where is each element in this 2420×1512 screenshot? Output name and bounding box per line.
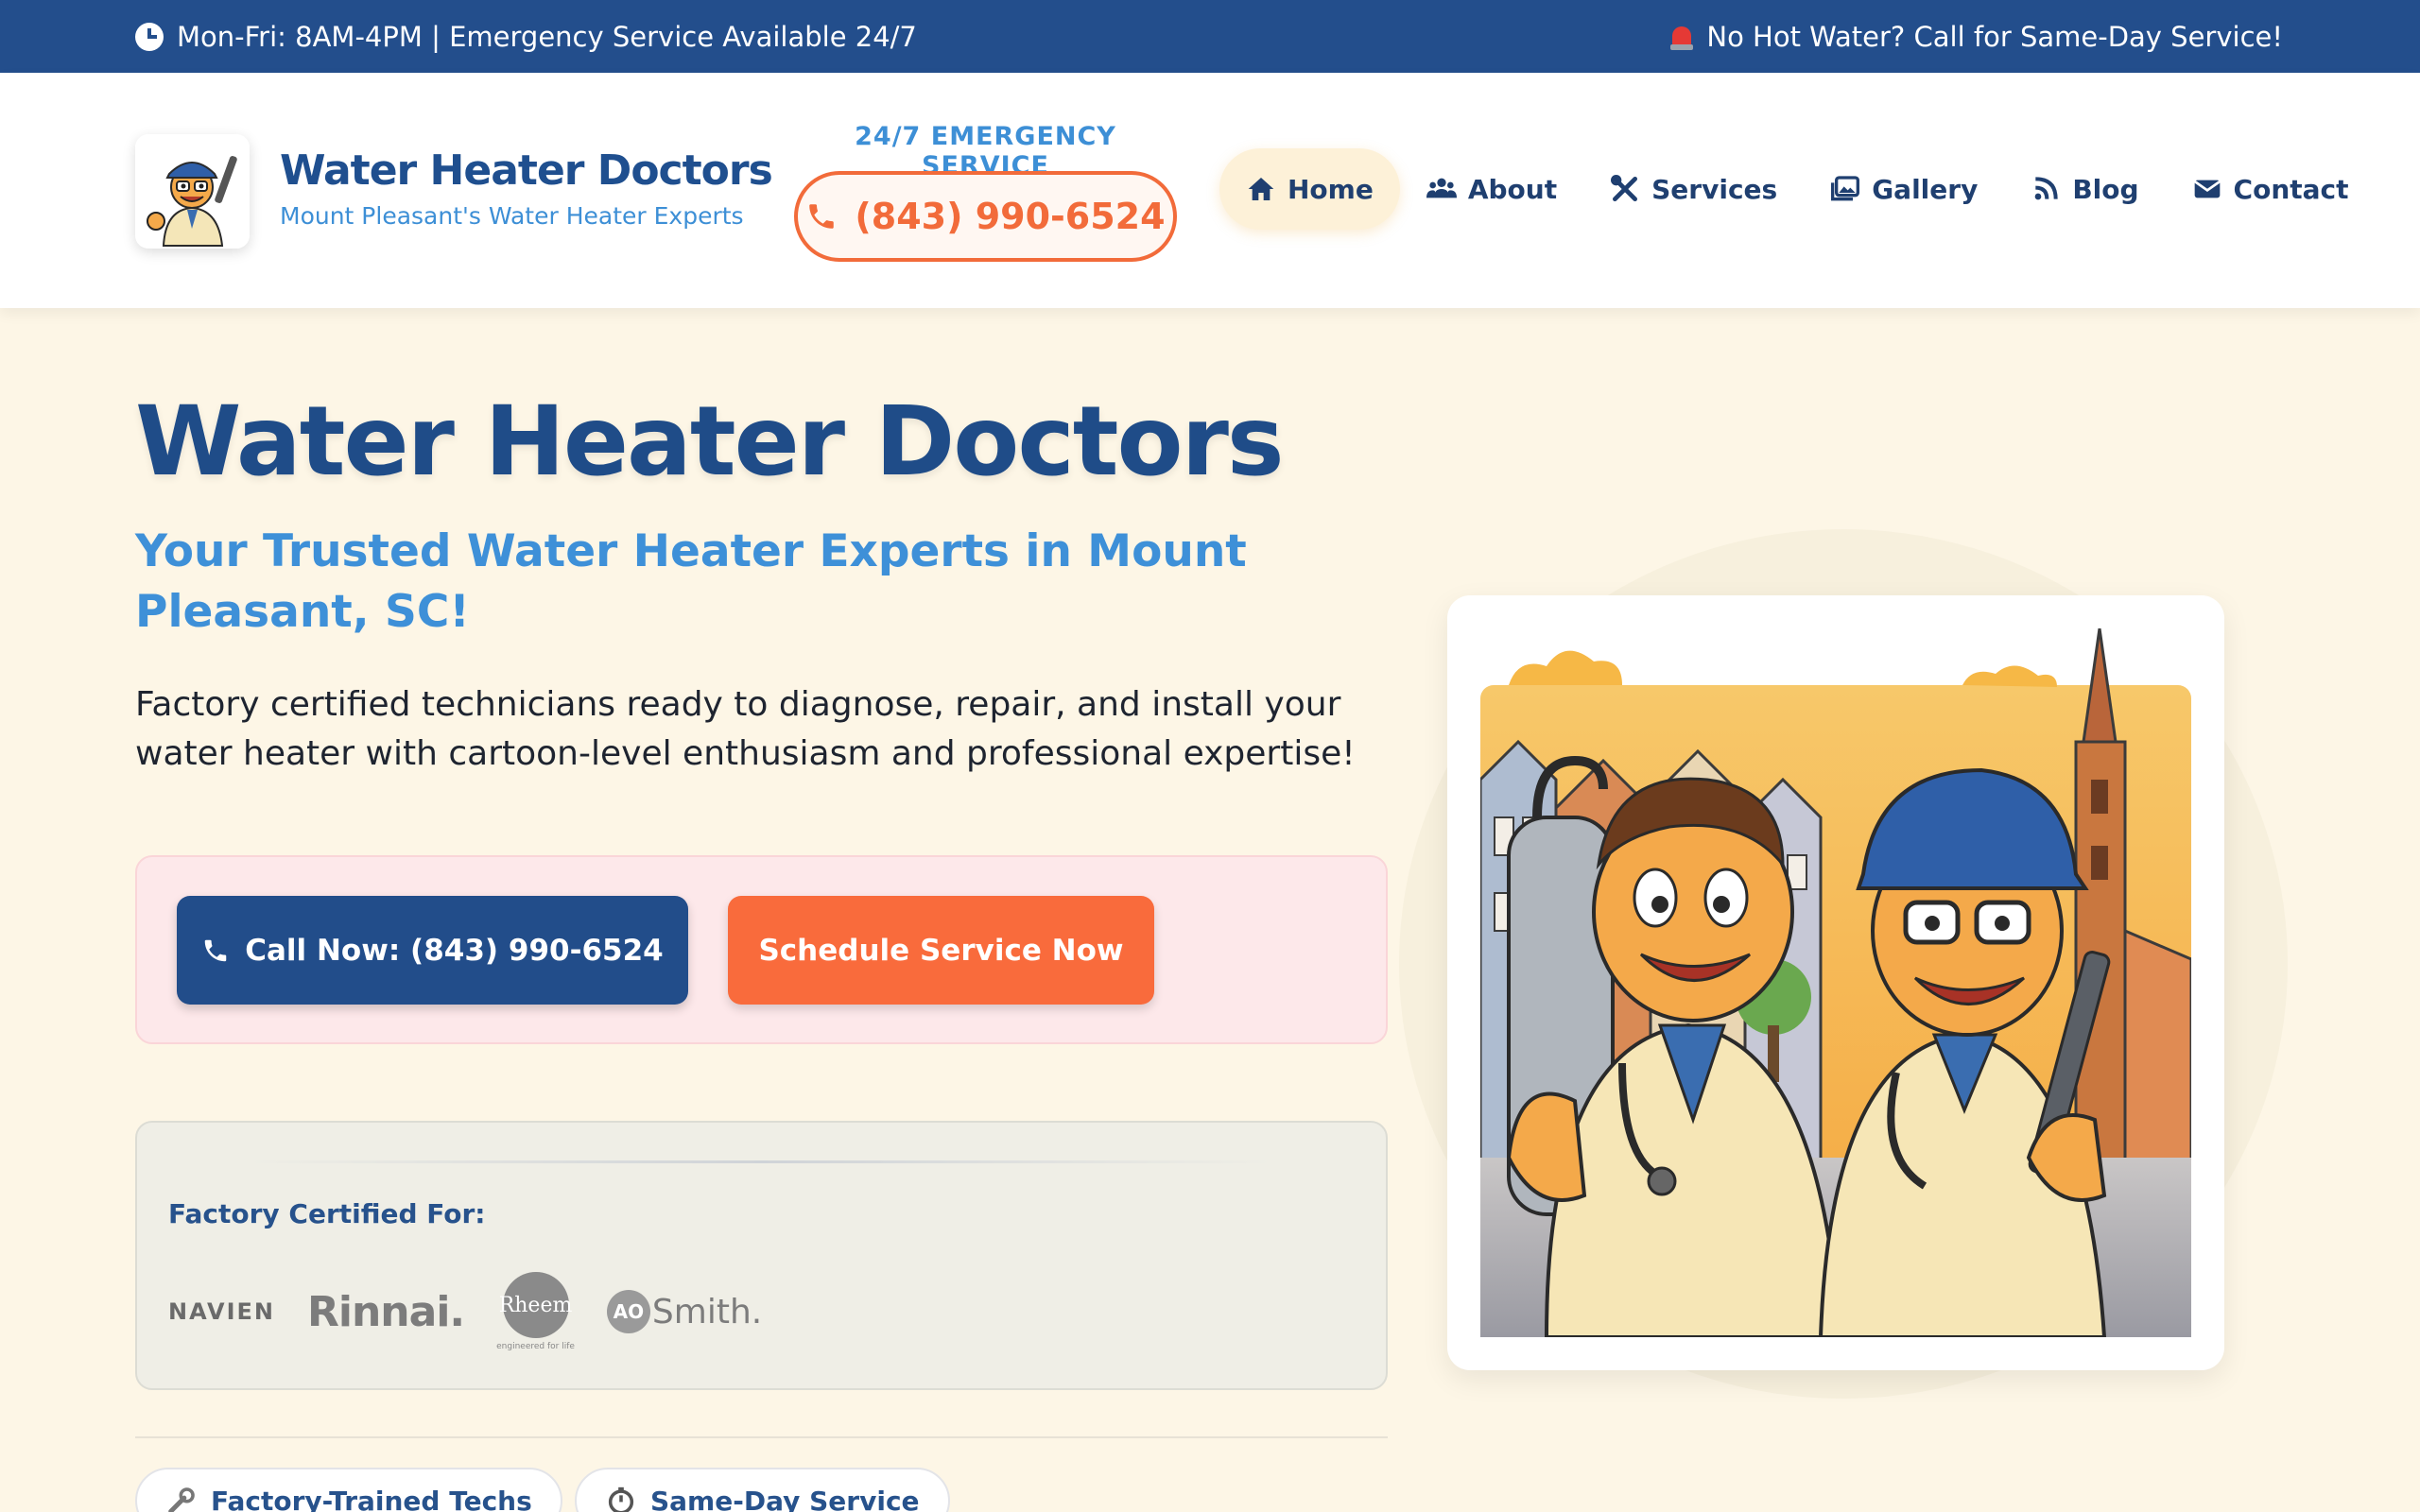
panel-divider [251,1160,1271,1163]
envelope-icon [2193,180,2221,198]
hours-text: Mon-Fri: 8AM-4PM | Emergency Service Ava… [177,20,917,53]
nav-blog[interactable]: Blog [2004,146,2165,232]
logo[interactable] [135,134,250,249]
siren-icon [1670,23,1694,51]
header-phone-button[interactable]: (843) 990-6524 [794,171,1177,262]
schedule-service-button[interactable]: Schedule Service Now [728,896,1154,1005]
brand-logos: NAVIEN Rinnai. Rheem engineered for life… [168,1264,762,1359]
hero-subtitle: Your Trusted Water Heater Experts in Mou… [135,525,1247,638]
feature-chip-techs: Factory-Trained Techs [135,1468,562,1512]
call-now-label: Call Now: (843) 990-6524 [245,933,664,968]
wrench-icon [168,1487,195,1512]
certified-title: Factory Certified For: [168,1198,486,1229]
nav-services[interactable]: Services [1583,146,1804,232]
brand-tagline: Mount Pleasant's Water Heater Experts [280,202,744,230]
hero-illustration-card [1447,595,2224,1370]
nav-label: Blog [2072,173,2139,205]
nav-label: Gallery [1872,173,1979,205]
rheem-tagline: engineered for life [496,1342,575,1351]
aosmith-text: Smith. [651,1292,763,1332]
users-icon [1426,178,1457,198]
stopwatch-icon [608,1486,634,1512]
nav-gallery[interactable]: Gallery [1804,146,2004,232]
aosmith-logo: AO Smith. [606,1290,763,1333]
phone-icon [205,939,227,961]
rheem-logo: Rheem engineered for life [496,1272,575,1351]
brand-name[interactable]: Water Heater Doctors [280,146,773,195]
images-icon [1831,176,1860,201]
nav-label: Home [1288,173,1374,205]
section-divider [135,1436,1388,1438]
aosmith-badge: AO [606,1290,650,1333]
nav-home[interactable]: Home [1219,148,1400,230]
certified-brands-panel: Factory Certified For: NAVIEN Rinnai. Rh… [135,1121,1388,1390]
home-icon [1248,178,1274,200]
alert-text: No Hot Water? Call for Same-Day Service! [1706,20,2283,53]
header-phone-number: (843) 990-6524 [855,196,1166,237]
hero-description: Factory certified technicians ready to d… [135,685,1356,773]
feature-chip-same-day: Same-Day Service [575,1468,950,1512]
rheem-badge: Rheem [499,1272,572,1338]
feature-label: Same-Day Service [650,1485,920,1512]
nav-about[interactable]: About [1400,146,1583,232]
navien-logo: NAVIEN [168,1298,276,1325]
nav-label: Contact [2233,173,2349,205]
call-now-button[interactable]: Call Now: (843) 990-6524 [177,896,688,1005]
nav-label: Services [1651,173,1778,205]
doctor-mascot-icon [135,134,250,249]
site-header: Water Heater Doctors Mount Pleasant's Wa… [0,73,2420,308]
clock-icon [135,22,164,51]
phone-icon [809,204,835,229]
hero-title: Water Heater Doctors [135,386,1285,498]
nav-contact[interactable]: Contact [2166,146,2376,232]
hours-info: Mon-Fri: 8AM-4PM | Emergency Service Ava… [135,0,917,73]
main-nav: Home About Services Gallery Blog Contact [1219,146,2376,232]
rinnai-logo: Rinnai. [307,1287,465,1336]
same-day-alert: No Hot Water? Call for Same-Day Service! [1670,0,2283,73]
mascot-doctors-illustration [1480,628,2191,1337]
cta-panel: Call Now: (843) 990-6524 Schedule Servic… [135,855,1388,1044]
rss-icon [2034,177,2058,200]
nav-label: About [1467,173,1558,205]
feature-label: Factory-Trained Techs [211,1485,532,1512]
top-announcement-bar: Mon-Fri: 8AM-4PM | Emergency Service Ava… [0,0,2420,73]
tools-icon [1611,175,1638,201]
